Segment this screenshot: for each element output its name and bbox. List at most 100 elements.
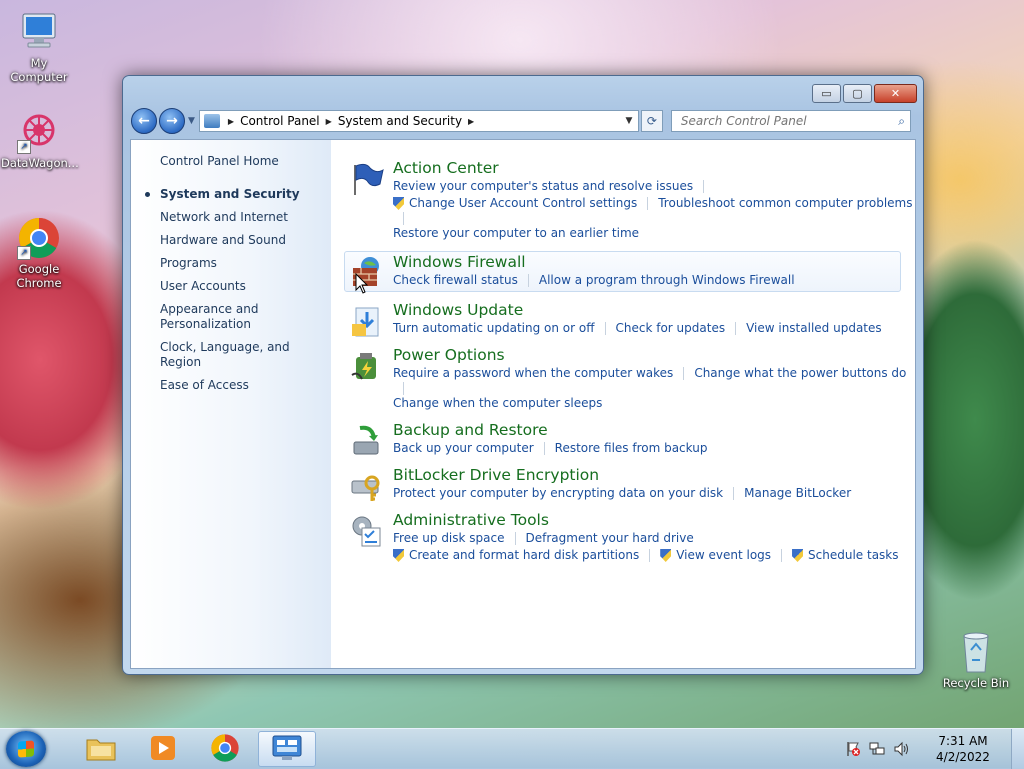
maximize-icon: ▢ xyxy=(852,87,863,100)
media-player-icon xyxy=(148,733,178,766)
clock-time: 7:31 AM xyxy=(938,734,988,748)
arrow-right-icon: → xyxy=(166,113,178,129)
divider xyxy=(683,367,685,380)
datawagon-icon: ↗ xyxy=(17,110,61,154)
link-back-up-computer[interactable]: Back up your computer xyxy=(393,440,534,457)
sidebar-item-ease-of-access[interactable]: Ease of Access xyxy=(160,378,331,393)
link-view-event-logs[interactable]: View event logs xyxy=(660,547,771,564)
taskbar-explorer[interactable] xyxy=(72,731,130,767)
desktop-icon-my-computer[interactable]: My Computer xyxy=(1,10,77,84)
clock-date: 4/2/2022 xyxy=(936,750,990,764)
sidebar-item-clock-language-region[interactable]: Clock, Language, and Region xyxy=(160,340,331,370)
divider xyxy=(514,532,516,545)
taskbar-clock[interactable]: 7:31 AM 4/2/2022 xyxy=(921,733,1005,765)
forward-button[interactable]: → xyxy=(159,108,185,134)
category-title-administrative-tools[interactable]: Administrative Tools xyxy=(393,511,915,530)
category-title-power-options[interactable]: Power Options xyxy=(393,346,915,365)
back-button[interactable]: ← xyxy=(131,108,157,134)
link-label: Create and format hard disk partitions xyxy=(409,548,640,562)
sidebar-item-system-and-security[interactable]: System and Security xyxy=(145,187,331,202)
breadcrumb-chevron-icon[interactable]: ▶ xyxy=(228,117,234,126)
link-power-buttons[interactable]: Change what the power buttons do xyxy=(694,365,906,382)
computer-icon xyxy=(17,10,61,54)
link-create-format-partitions[interactable]: Create and format hard disk partitions xyxy=(393,547,639,564)
navigation-bar: ← → ▼ ▶ Control Panel ▶ System and Secur… xyxy=(131,107,915,135)
divider xyxy=(781,549,783,562)
link-schedule-tasks[interactable]: Schedule tasks xyxy=(792,547,899,564)
category-title-windows-update[interactable]: Windows Update xyxy=(393,301,915,320)
volume-icon[interactable] xyxy=(893,741,909,757)
sidebar-item-hardware-and-sound[interactable]: Hardware and Sound xyxy=(160,233,331,248)
action-center-flag-icon[interactable] xyxy=(845,741,861,757)
search-icon[interactable]: ⌕ xyxy=(898,114,905,129)
start-button[interactable] xyxy=(6,731,46,767)
close-icon: ✕ xyxy=(890,87,901,100)
breadcrumb-control-panel[interactable]: Control Panel xyxy=(240,114,320,128)
category-backup-and-restore: Backup and Restore Back up your computer… xyxy=(348,421,915,457)
window-controls: ▭ ▢ ✕ xyxy=(812,84,917,103)
category-title-windows-firewall[interactable]: Windows Firewall xyxy=(393,253,900,272)
divider xyxy=(647,197,649,210)
breadcrumb-system-and-security[interactable]: System and Security xyxy=(338,114,462,128)
link-view-installed-updates[interactable]: View installed updates xyxy=(746,320,882,337)
uac-shield-icon xyxy=(393,549,404,562)
category-title-action-center[interactable]: Action Center xyxy=(393,159,915,178)
taskbar-media-player[interactable] xyxy=(134,731,192,767)
minimize-button[interactable]: ▭ xyxy=(812,84,841,103)
arrow-left-icon: ← xyxy=(138,113,150,129)
category-list: Action Center Review your computer's sta… xyxy=(331,140,915,668)
link-defragment[interactable]: Defragment your hard drive xyxy=(526,530,694,547)
category-title-bitlocker[interactable]: BitLocker Drive Encryption xyxy=(393,466,915,485)
breadcrumb-chevron-icon[interactable]: ▶ xyxy=(326,117,332,126)
link-automatic-updating[interactable]: Turn automatic updating on or off xyxy=(393,320,595,337)
shortcut-arrow-icon: ↗ xyxy=(17,246,31,260)
show-desktop-button[interactable] xyxy=(1011,729,1024,769)
control-panel-icon xyxy=(271,734,303,765)
link-review-status[interactable]: Review your computer's status and resolv… xyxy=(393,178,693,195)
desktop-icon-recycle-bin[interactable]: Recycle Bin xyxy=(938,630,1014,690)
link-require-password-wake[interactable]: Require a password when the computer wak… xyxy=(393,365,673,382)
sidebar-item-network-and-internet[interactable]: Network and Internet xyxy=(160,210,331,225)
sidebar-item-user-accounts[interactable]: User Accounts xyxy=(160,279,331,294)
recent-pages-dropdown[interactable]: ▼ xyxy=(188,116,195,126)
uac-shield-icon xyxy=(393,197,404,210)
link-check-for-updates[interactable]: Check for updates xyxy=(616,320,726,337)
link-check-firewall-status[interactable]: Check firewall status xyxy=(393,272,518,289)
address-bar[interactable]: ▶ Control Panel ▶ System and Security ▶ … xyxy=(198,110,639,132)
search-input[interactable] xyxy=(678,113,888,129)
category-windows-firewall: Windows Firewall Check firewall status A… xyxy=(344,251,901,292)
power-icon xyxy=(350,349,384,383)
sidebar: Control Panel Home System and Security N… xyxy=(131,140,331,668)
link-change-uac-settings[interactable]: Change User Account Control settings xyxy=(393,195,637,212)
link-restore-files[interactable]: Restore files from backup xyxy=(555,440,708,457)
folder-icon xyxy=(85,734,117,765)
taskbar-control-panel[interactable] xyxy=(258,731,316,767)
link-troubleshoot[interactable]: Troubleshoot common computer problems xyxy=(658,195,912,212)
desktop-icon-google-chrome[interactable]: ↗ Google Chrome xyxy=(1,216,77,290)
breadcrumb-chevron-icon[interactable]: ▶ xyxy=(468,117,474,126)
link-restore-earlier-time[interactable]: Restore your computer to an earlier time xyxy=(393,225,639,242)
search-box[interactable]: ⌕ xyxy=(670,110,911,132)
network-icon[interactable] xyxy=(869,741,885,757)
taskbar-chrome[interactable] xyxy=(196,731,254,767)
link-allow-program-firewall[interactable]: Allow a program through Windows Firewall xyxy=(539,272,795,289)
link-label: Change User Account Control settings xyxy=(409,196,638,210)
sidebar-item-programs[interactable]: Programs xyxy=(160,256,331,271)
uac-shield-icon xyxy=(792,549,804,562)
maximize-button[interactable]: ▢ xyxy=(843,84,872,103)
category-windows-update: Windows Update Turn automatic updating o… xyxy=(348,301,915,337)
category-action-center: Action Center Review your computer's sta… xyxy=(348,159,915,242)
refresh-button[interactable]: ⟳ xyxy=(640,110,663,132)
sidebar-item-control-panel-home[interactable]: Control Panel Home xyxy=(160,154,331,169)
sidebar-item-appearance-and-personalization[interactable]: Appearance and Personalization xyxy=(160,302,270,332)
category-title-backup-and-restore[interactable]: Backup and Restore xyxy=(393,421,915,440)
link-protect-encrypting[interactable]: Protect your computer by encrypting data… xyxy=(393,485,723,502)
link-manage-bitlocker[interactable]: Manage BitLocker xyxy=(744,485,851,502)
address-dropdown-icon[interactable]: ▼ xyxy=(620,116,638,126)
desktop-icon-datawagon[interactable]: ↗ DataWagon... xyxy=(1,110,79,170)
chrome-icon xyxy=(210,733,240,766)
link-free-up-disk-space[interactable]: Free up disk space xyxy=(393,530,505,547)
link-computer-sleeps[interactable]: Change when the computer sleeps xyxy=(393,395,602,412)
close-button[interactable]: ✕ xyxy=(874,84,917,103)
link-label: View event logs xyxy=(676,548,772,562)
